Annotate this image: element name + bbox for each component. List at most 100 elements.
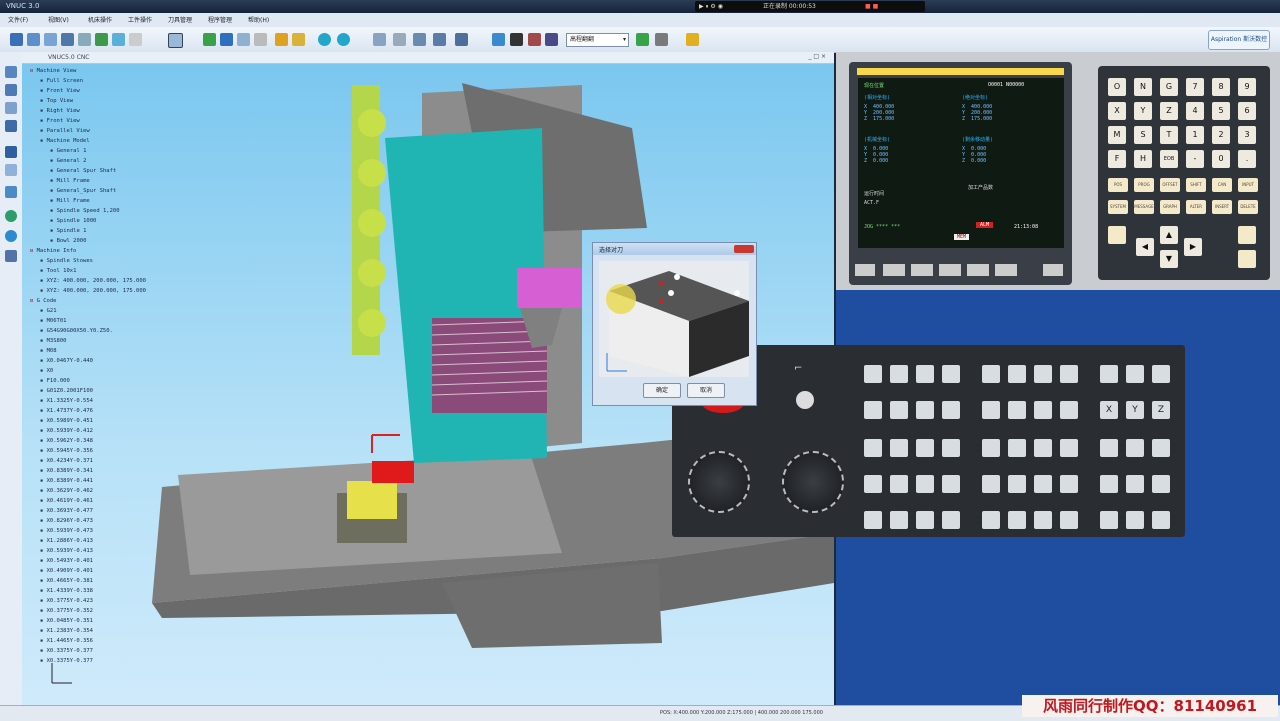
frame-icon[interactable] [129,33,142,46]
sidebar-globe-icon[interactable] [5,210,17,222]
sidebar-layer-icon[interactable] [5,186,17,198]
pen-icon[interactable] [220,33,233,46]
tool-icon[interactable] [95,33,108,46]
extra-2-button[interactable] [1126,511,1144,529]
key-o[interactable]: O [1108,78,1126,96]
key-x[interactable]: X [1108,102,1126,120]
tree-node[interactable]: ▪ X1.4737Y-0.476 [30,406,260,416]
aux-7-button[interactable] [1034,475,1052,493]
tree-node[interactable]: ▪ Spindle 1 [30,226,260,236]
key-page[interactable] [1238,250,1256,268]
tree-node[interactable]: ▪ XYZ: 400.000, 200.000, 175.000 [30,286,260,296]
view-select-icon[interactable] [168,33,183,48]
key-3[interactable]: 3 [1238,126,1256,144]
feed-override-dial[interactable] [688,451,750,513]
key-message[interactable]: MESSAGE [1134,200,1154,214]
feed-25-button[interactable] [1100,475,1118,493]
jog-plus-button[interactable] [1152,439,1170,457]
tree-node[interactable]: ▪ G54G90G00X50.Y0.Z50. [30,326,260,336]
program-protect-switch[interactable] [796,391,814,409]
tree-node[interactable]: ▪ General 1 [30,146,260,156]
tree-node[interactable]: ▪ Machine Model [30,136,260,146]
tree-node[interactable]: ▪ X0.4665Y-0.381 [30,576,260,586]
aux-10-button[interactable] [1008,511,1026,529]
tree-node[interactable]: ▪ Parallel View [30,126,260,136]
tree-node[interactable]: ▪ X0.5945Y-0.356 [30,446,260,456]
tree-node[interactable]: ▪ X0.3375Y-0.377 [30,656,260,666]
tree-node[interactable]: ▪ X0.5989Y-0.451 [30,416,260,426]
key-help[interactable] [1238,226,1256,244]
menu-view[interactable]: 视图(V) [48,15,69,24]
mode-dnc-button[interactable] [942,365,960,383]
tree-node[interactable]: ⊟ Machine Info [30,246,260,256]
tree-node[interactable]: ▪ Bowl 2000 [30,236,260,246]
rotate-icon[interactable] [112,33,125,46]
key-offset[interactable]: OFFSET [1160,178,1180,192]
key-can[interactable]: CAN [1212,178,1232,192]
recorder-bar[interactable]: ▶ ⏸ ⚙ ◉ 正在录制 00:00:53 ■ ■ [695,1,925,12]
tree-node[interactable]: ▪ X0.5939Y-0.473 [30,526,260,536]
close-icon[interactable] [734,245,754,253]
key-t[interactable]: T [1160,126,1178,144]
tree-node[interactable]: ▪ X0.5962Y-0.348 [30,436,260,446]
tree-node[interactable]: ▪ General Spur Shaft [30,166,260,176]
key-system[interactable]: SYSTEM [1108,200,1128,214]
extra-1-button[interactable] [1100,511,1118,529]
key-alter[interactable]: ALTER [1186,200,1206,214]
tree-node[interactable]: ▪ X0.4909Y-0.401 [30,566,260,576]
ruler-icon[interactable] [373,33,386,46]
handwheel-button[interactable] [890,475,908,493]
tree-node[interactable]: ▪ Front View [30,86,260,96]
arc-icon[interactable] [433,33,446,46]
softkey-1[interactable] [883,264,905,276]
aux-2-button[interactable] [1008,439,1026,457]
record-controls-icon[interactable]: ▶ ⏸ ⚙ ◉ [699,1,723,12]
aux-11-button[interactable] [1034,511,1052,529]
tree-node[interactable]: ▪ X0 [30,366,260,376]
arrow-icon[interactable] [492,33,505,46]
key-g[interactable]: G [1160,78,1178,96]
feed-100-button[interactable] [1152,475,1170,493]
aux-6-button[interactable] [1008,475,1026,493]
teach-button[interactable] [942,475,960,493]
tree-node[interactable]: ▪ X0.5939Y-0.413 [30,546,260,556]
feed-50-button[interactable] [1126,475,1144,493]
settings-icon[interactable] [545,33,558,46]
cut-icon[interactable] [393,33,406,46]
key-y[interactable]: Y [1134,102,1152,120]
single-block-button[interactable] [864,401,882,419]
arrow-left-icon[interactable]: ◀ [1136,238,1154,256]
play-icon[interactable] [636,33,649,46]
cube-icon[interactable] [254,33,267,46]
tree-node[interactable]: ▪ X0.5493Y-0.401 [30,556,260,566]
tree-node[interactable]: ▪ Full Screen [30,76,260,86]
x100-button[interactable] [1034,401,1052,419]
key-8[interactable]: 8 [1212,78,1230,96]
sidebar-view-icon[interactable] [5,66,17,78]
sidebar-edit-icon[interactable] [5,120,17,132]
tree-node[interactable]: ▪ Front View [30,116,260,126]
menu-file[interactable]: 文件(F) [8,15,28,24]
tree-node[interactable]: ▪ M08 [30,346,260,356]
menu-tools[interactable]: 刀具管理 [168,15,192,24]
open-icon[interactable] [27,33,40,46]
tree-node[interactable]: ▪ Tool 10x1 [30,266,260,276]
stop-tool-icon[interactable] [528,33,541,46]
key-n[interactable]: N [1134,78,1152,96]
key-shift[interactable]: SHIFT [1186,178,1206,192]
arrow-right-icon[interactable]: ▶ [1184,238,1202,256]
tree-node[interactable]: ▪ G01Z0.2001F100 [30,386,260,396]
aux-3-button[interactable] [1034,439,1052,457]
line-icon[interactable] [413,33,426,46]
arrow-up-icon[interactable]: ▲ [1160,226,1178,244]
m00-button[interactable] [916,511,934,529]
tree-node[interactable]: ▪ Mill Frame [30,196,260,206]
grid-icon[interactable] [237,33,250,46]
x10-button[interactable] [1008,401,1026,419]
machine-lock-button[interactable] [864,439,882,457]
ref-return-button[interactable] [916,475,934,493]
tree-node[interactable]: ▪ X0.0467Y-0.440 [30,356,260,366]
spiral-icon[interactable] [455,33,468,46]
sidebar-tree-icon[interactable] [5,146,17,158]
key-dot[interactable]: . [1238,150,1256,168]
